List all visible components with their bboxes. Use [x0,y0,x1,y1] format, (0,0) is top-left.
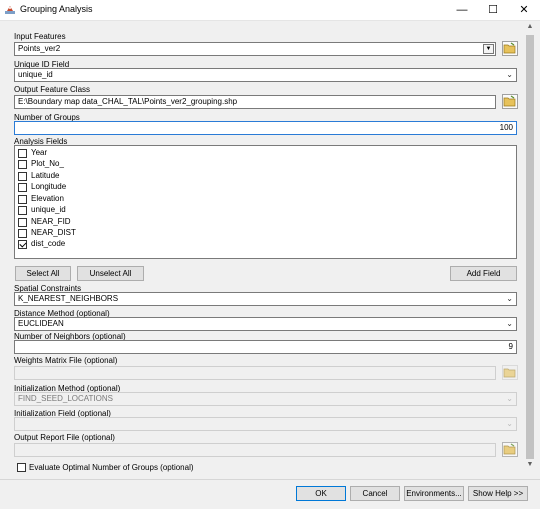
checkbox[interactable] [18,160,27,169]
checkbox[interactable] [18,149,27,158]
folder-icon [503,95,516,107]
ok-button[interactable]: OK [296,486,346,501]
unselect-all-button[interactable]: Unselect All [77,266,144,281]
dropdown-arrow-icon[interactable]: ▼ [483,44,494,54]
close-button[interactable]: ✕ [509,0,539,20]
chevron-down-icon: ⌄ [506,394,513,403]
title-bar: Grouping Analysis — ☐ ✕ [0,0,540,21]
show-help-button[interactable]: Show Help >> [468,486,528,501]
output-report-label: Output Report File (optional) [14,433,115,442]
divider [0,479,540,480]
unique-id-value: unique_id [18,70,53,79]
checkbox[interactable] [18,172,27,181]
distance-method-select[interactable]: EUCLIDEAN ⌄ [14,317,517,331]
folder-icon [503,42,516,54]
chevron-down-icon: ⌄ [506,70,513,79]
scrollbar-thumb[interactable] [526,35,534,459]
checkbox[interactable] [18,183,27,192]
unique-id-select[interactable]: unique_id ⌄ [14,68,517,82]
minimize-button[interactable]: — [447,0,477,20]
environments-button[interactable]: Environments... [404,486,464,501]
num-neighbors-value: 9 [508,342,513,351]
spatial-constraints-select[interactable]: K_NEAREST_NEIGHBORS ⌄ [14,292,517,306]
output-report-input[interactable] [14,443,496,457]
checkbox[interactable] [18,195,27,204]
browse-output-button[interactable] [502,94,518,109]
folder-icon [503,368,516,378]
chevron-down-icon: ⌄ [506,319,513,328]
num-groups-input[interactable]: 100 [14,121,517,135]
scroll-down-icon[interactable]: ▼ [524,461,536,468]
checkbox[interactable] [18,206,27,215]
checkbox[interactable] [18,218,27,227]
weights-matrix-input[interactable] [14,366,496,380]
output-class-value: E:\Boundary map data_CHAL_TAL\Points_ver… [18,97,238,106]
evaluate-label: Evaluate Optimal Number of Groups (optio… [29,463,194,472]
browse-report-button[interactable] [502,442,518,457]
checkbox[interactable] [18,240,27,249]
input-features-combo[interactable]: Points_ver2 ▼ [14,42,496,56]
checkbox[interactable] [18,229,27,238]
output-class-label: Output Feature Class [14,85,91,94]
chevron-down-icon: ⌄ [506,294,513,303]
input-features-value: Points_ver2 [18,44,61,53]
browse-input-button[interactable] [502,41,518,56]
tool-icon [5,6,15,14]
add-field-button[interactable]: Add Field [450,266,517,281]
weights-matrix-label: Weights Matrix File (optional) [14,356,118,365]
input-features-label: Input Features [14,32,66,41]
select-all-button[interactable]: Select All [15,266,71,281]
spatial-constraints-value: K_NEAREST_NEIGHBORS [18,294,119,303]
distance-method-value: EUCLIDEAN [18,319,64,328]
num-groups-value: 100 [499,123,513,132]
scroll-up-icon[interactable]: ▲ [524,23,536,30]
output-class-input[interactable]: E:\Boundary map data_CHAL_TAL\Points_ver… [14,95,496,109]
cancel-button[interactable]: Cancel [350,486,400,501]
browse-weights-button[interactable] [502,365,518,380]
folder-icon [503,443,516,455]
num-neighbors-input[interactable]: 9 [14,340,517,354]
maximize-button[interactable]: ☐ [478,0,508,20]
vertical-scrollbar[interactable]: ▲ ▼ [524,21,536,473]
analysis-fields-list[interactable]: Year Plot_No_ Latitude Longitude Elevati… [14,145,517,259]
init-field-select[interactable]: ⌄ [14,417,517,431]
evaluate-checkbox[interactable] [17,463,26,472]
init-method-select[interactable]: FIND_SEED_LOCATIONS ⌄ [14,392,517,406]
window-title: Grouping Analysis [20,4,93,14]
init-method-value: FIND_SEED_LOCATIONS [18,394,113,403]
chevron-down-icon: ⌄ [506,419,513,428]
